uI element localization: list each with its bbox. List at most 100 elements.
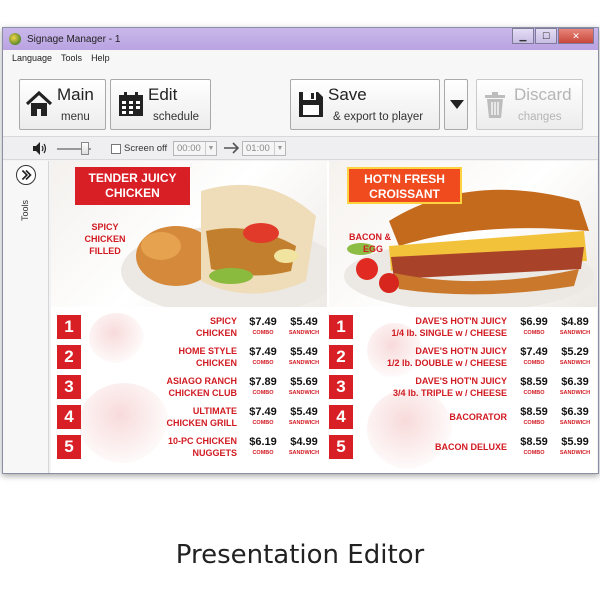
item-number: 4 (329, 405, 353, 429)
sandwich-price: $5.49 (290, 346, 318, 358)
discard-button-title: Discard (514, 85, 572, 104)
item-name-line: SPICY (209, 316, 237, 326)
right-title-line-1: HOT'N FRESH (364, 172, 445, 186)
sandwich-label: SANDWICH (288, 420, 320, 426)
combo-price: $6.19 (249, 436, 277, 448)
sandwich-price: $4.99 (290, 436, 318, 448)
playback-bar: Screen off 00:00 ▼ 01:00 ▼ (3, 136, 598, 160)
combo-price: $6.99 (520, 316, 548, 328)
item-number: 5 (329, 435, 353, 459)
save-options-dropdown[interactable] (444, 79, 468, 130)
chevron-right-circle-icon[interactable] (16, 165, 36, 185)
item-name-line: 3/4 lb. TRIPLE w / CHEESE (392, 388, 507, 398)
save-export-button[interactable]: Save & export to player (290, 79, 440, 130)
triangle-down-icon (450, 100, 464, 109)
menu-language[interactable]: Language (12, 53, 52, 63)
sandwich-label: SANDWICH (288, 330, 320, 336)
left-description: SPICY CHICKEN FILLED (79, 221, 131, 257)
chevron-down-icon: ▼ (205, 142, 216, 155)
discard-changes-button[interactable]: Discard changes (476, 79, 583, 130)
item-name-line: BACON DELUXE (434, 442, 507, 452)
start-time-select[interactable]: 00:00 ▼ (173, 141, 217, 156)
right-title-line-2: CROISSANT (369, 187, 440, 201)
left-title-line-1: TENDER JUICY (88, 171, 177, 185)
item-name: ASIAGO RANCH CHICKEN CLUB (137, 375, 237, 399)
menu-tools[interactable]: Tools (61, 53, 82, 63)
volume-slider-handle[interactable] (81, 142, 89, 155)
item-number: 3 (57, 375, 81, 399)
combo-price: $7.49 (249, 316, 277, 328)
item-name-line: CHICKEN CLUB (168, 388, 238, 398)
item-number: 2 (329, 345, 353, 369)
right-desc-line-2: EGG (363, 244, 384, 254)
combo-label: COMBO (252, 450, 274, 456)
page-caption: Presentation Editor (175, 540, 425, 570)
edit-schedule-button[interactable]: Edit schedule (110, 79, 211, 130)
arrow-right-icon (224, 142, 240, 154)
item-number: 3 (329, 375, 353, 399)
menu-board-canvas[interactable]: TENDER JUICY CHICKEN SPICY CHICKEN FILLE… (51, 161, 597, 473)
item-name: ULTIMATE CHICKEN GRILL (137, 405, 238, 429)
item-name-line: 1/2 lb. DOUBLE w / CHEESE (386, 358, 507, 368)
trash-icon (485, 92, 505, 118)
sandwich-label: SANDWICH (288, 360, 320, 366)
left-desc-line-3: FILLED (89, 246, 121, 256)
item-number: 1 (329, 315, 353, 339)
item-name: BACON DELUXE (357, 441, 507, 453)
item-name-line: DAVE'S HOT'N JUICY (415, 376, 507, 386)
close-button[interactable]: ✕ (558, 28, 594, 44)
speaker-icon[interactable] (33, 142, 47, 155)
decorative-blob (89, 313, 144, 363)
sandwich-price: $4.89 (561, 316, 589, 328)
save-button-subtitle: & export to player (333, 111, 424, 123)
tools-sidebar: Tools (3, 161, 49, 473)
end-time-value: 01:00 (246, 143, 270, 154)
item-name-line: CHICKEN (195, 358, 237, 368)
sandwich-price: $5.49 (290, 406, 318, 418)
item-name-line: BACORATOR (449, 412, 507, 422)
menu-help[interactable]: Help (91, 53, 110, 63)
main-menu-button[interactable]: Main menu (19, 79, 106, 130)
main-button-title: Main (57, 85, 94, 104)
sandwich-label: SANDWICH (559, 450, 591, 456)
right-desc-line-1: BACON & (349, 232, 391, 242)
sandwich-price: $5.29 (561, 346, 589, 358)
tools-label: Tools (20, 199, 30, 221)
floppy-disk-icon (299, 92, 323, 117)
minimize-button[interactable]: ▁ (512, 28, 534, 44)
combo-label: COMBO (523, 360, 545, 366)
sandwich-price: $5.49 (290, 316, 318, 328)
item-name: 10-PC CHICKEN NUGGETS (137, 435, 237, 459)
save-button-title: Save (328, 85, 367, 104)
app-window: Signage Manager - 1 ▁ ☐ ✕ Language Tools… (2, 27, 599, 474)
item-number: 2 (57, 345, 81, 369)
calendar-icon (119, 92, 143, 116)
sandwich-label: SANDWICH (559, 330, 591, 336)
window-title: Signage Manager - 1 (27, 33, 121, 45)
sandwich-label: SANDWICH (559, 420, 591, 426)
combo-label: COMBO (252, 420, 274, 426)
item-name-line: 1/4 lb. SINGLE w / CHEESE (391, 328, 507, 338)
item-name: DAVE'S HOT'N JUICY 3/4 lb. TRIPLE w / CHE… (357, 375, 507, 399)
combo-label: COMBO (523, 450, 545, 456)
item-name-line: DAVE'S HOT'N JUICY (415, 346, 507, 356)
sandwich-label: SANDWICH (559, 360, 591, 366)
menu-bar: Language Tools Help (3, 50, 598, 66)
combo-price: $7.49 (249, 406, 277, 418)
sandwich-label: SANDWICH (288, 390, 320, 396)
left-category-title: TENDER JUICY CHICKEN (75, 167, 190, 205)
chicken-wrap-photo: TENDER JUICY CHICKEN SPICY CHICKEN FILLE… (51, 161, 327, 307)
title-bar[interactable]: Signage Manager - 1 ▁ ☐ ✕ (3, 28, 598, 50)
combo-price: $8.59 (520, 376, 548, 388)
combo-price: $7.49 (520, 346, 548, 358)
sandwich-label: SANDWICH (559, 390, 591, 396)
combo-label: COMBO (252, 360, 274, 366)
item-name: SPICY CHICKEN (137, 315, 237, 339)
item-name: BACORATOR (357, 411, 507, 423)
maximize-button[interactable]: ☐ (535, 28, 557, 44)
edit-button-subtitle: schedule (153, 111, 200, 123)
end-time-select[interactable]: 01:00 ▼ (242, 141, 286, 156)
app-icon (9, 33, 21, 45)
sandwich-price: $5.69 (290, 376, 318, 388)
screen-off-checkbox[interactable] (111, 144, 121, 154)
